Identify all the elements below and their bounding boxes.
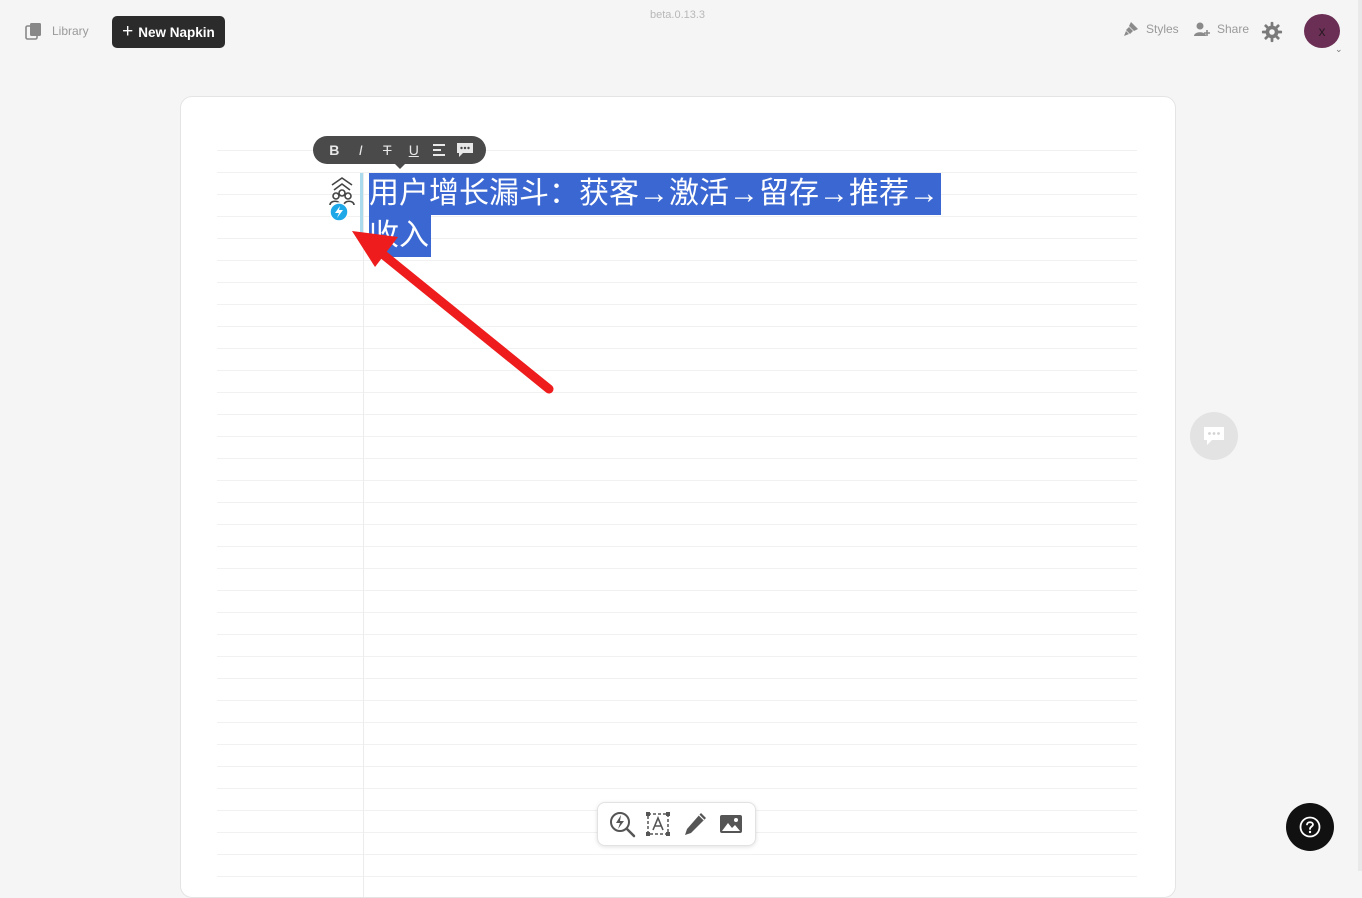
chat-icon xyxy=(1204,427,1224,445)
comment-icon[interactable] xyxy=(456,142,474,158)
top-bar: Library + New Napkin beta.0.13.3 Styles … xyxy=(0,0,1362,64)
generate-visual-icon[interactable] xyxy=(324,175,360,223)
insert-toolbar xyxy=(597,802,756,846)
pencil-icon[interactable] xyxy=(681,810,709,838)
toolbar-pointer xyxy=(394,163,406,169)
text-align-icon[interactable] xyxy=(431,142,447,158)
add-user-icon xyxy=(1194,22,1210,36)
version-label: beta.0.13.3 xyxy=(650,9,706,21)
new-napkin-button[interactable]: + New Napkin xyxy=(112,16,225,48)
question-icon xyxy=(1299,816,1321,838)
bold-button[interactable]: B xyxy=(325,142,343,158)
underline-button[interactable]: U xyxy=(405,142,423,158)
library-button[interactable]: Library xyxy=(24,21,89,41)
text-line[interactable]: 收入 xyxy=(369,215,431,257)
library-label: Library xyxy=(52,24,89,38)
avatar[interactable]: x xyxy=(1304,14,1340,48)
block-caret xyxy=(360,173,363,243)
avatar-initial: x xyxy=(1318,23,1326,39)
brush-icon xyxy=(1124,22,1138,36)
format-toolbar: B I T U xyxy=(313,136,486,164)
new-napkin-label: New Napkin xyxy=(138,24,215,40)
help-button[interactable] xyxy=(1286,803,1334,851)
text-line[interactable]: 用户增长漏斗：获客→激活→留存→推荐→ xyxy=(369,173,941,215)
italic-button[interactable]: I xyxy=(352,142,370,158)
library-icon xyxy=(25,23,41,40)
image-icon[interactable] xyxy=(717,810,745,838)
strikethrough-button[interactable]: T xyxy=(378,142,396,158)
comments-button[interactable] xyxy=(1190,412,1238,460)
gear-icon[interactable] xyxy=(1261,21,1283,43)
styles-label: Styles xyxy=(1146,22,1179,36)
lightning-search-icon[interactable] xyxy=(608,810,636,838)
selected-text-block[interactable]: 用户增长漏斗：获客→激活→留存→推荐→ 收入 xyxy=(369,173,969,257)
share-label: Share xyxy=(1217,22,1250,36)
text-box-icon[interactable] xyxy=(644,810,672,838)
margin-line xyxy=(363,173,364,897)
styles-button[interactable]: Styles xyxy=(1122,20,1179,38)
scrollbar[interactable] xyxy=(1358,0,1362,871)
plus-icon: + xyxy=(122,20,134,42)
share-button[interactable]: Share xyxy=(1193,20,1249,38)
chevron-down-icon[interactable]: ⌄ xyxy=(1335,44,1343,55)
